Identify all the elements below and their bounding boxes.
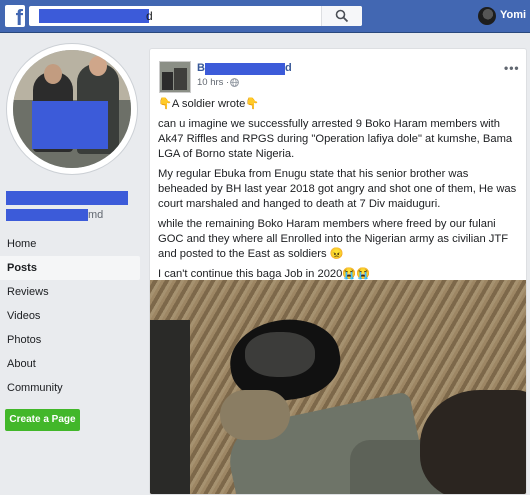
search-input[interactable]: d (29, 6, 362, 26)
post-body: 👇A soldier wrote👇 can u imagine we succe… (158, 97, 518, 287)
search-value: d (146, 9, 153, 23)
user-name: Yomi (500, 9, 527, 21)
create-page-button[interactable]: Create a Page (5, 409, 80, 431)
post-timestamp[interactable]: 10 hrs · (197, 77, 229, 88)
post-paragraph: while the remaining Boko Haram members w… (158, 218, 509, 260)
page-name-redacted[interactable] (6, 191, 128, 205)
redaction-bar (205, 63, 285, 75)
author-name-start: B (197, 62, 205, 74)
globe-icon (230, 78, 239, 87)
post-photo[interactable] (150, 280, 526, 494)
profile-photo (13, 50, 131, 168)
post-card: B d 10 hrs · ••• 👇A soldier wrote👇 can u… (149, 48, 527, 495)
post-author-avatar[interactable] (159, 61, 191, 93)
nav-item-community[interactable]: Community (0, 376, 140, 400)
post-paragraph: can u imagine we successfully arrested 9… (158, 118, 513, 160)
avatar (478, 7, 496, 25)
redaction-bar (6, 209, 88, 221)
redaction-bar (32, 101, 108, 149)
nav-item-reviews[interactable]: Reviews (0, 280, 140, 304)
nav-item-home[interactable]: Home (0, 232, 140, 256)
nav-item-videos[interactable]: Videos (0, 304, 140, 328)
nav-item-posts[interactable]: Posts (0, 256, 140, 280)
nav-item-about[interactable]: About (0, 352, 140, 376)
username-suffix: md (88, 209, 104, 221)
top-bar: f d Yomi (0, 0, 530, 33)
page-nav: Home Posts Reviews Videos Photos About C… (0, 232, 140, 400)
author-name-end: d (285, 62, 292, 74)
search-icon (335, 9, 349, 23)
search-button[interactable] (321, 6, 362, 26)
post-paragraph: 👇A soldier wrote👇 (158, 98, 260, 110)
nav-item-photos[interactable]: Photos (0, 328, 140, 352)
redaction-bar (39, 9, 149, 23)
post-paragraph: My regular Ebuka from Enugu state that h… (158, 168, 517, 210)
more-options-icon[interactable]: ••• (504, 61, 520, 75)
profile-picture[interactable] (6, 43, 138, 175)
facebook-logo[interactable]: f (5, 5, 25, 27)
